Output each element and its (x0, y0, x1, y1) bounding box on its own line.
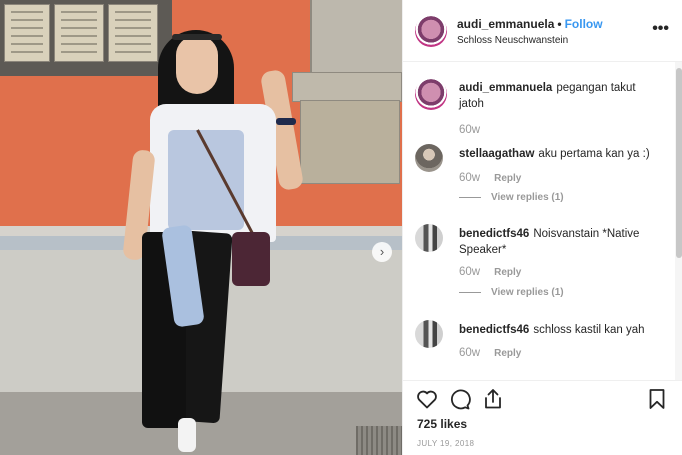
scrollbar-thumb[interactable] (676, 68, 682, 258)
comment-username[interactable]: audi_emmanuela (459, 82, 552, 94)
comment-avatar[interactable] (415, 78, 447, 110)
reply-button[interactable]: Reply (494, 267, 521, 278)
person-shoe (178, 418, 196, 452)
heart-icon[interactable] (415, 387, 439, 411)
location-link[interactable]: Schloss Neuschwanstein (457, 35, 568, 46)
replies-divider (459, 196, 481, 198)
comment-meta: 60w Reply (459, 172, 521, 184)
likes-count[interactable]: 725 likes (417, 417, 467, 431)
reply-button[interactable]: Reply (494, 173, 521, 184)
comments-list[interactable]: audi_emmanuela pegangan takut jatoh 60w s… (403, 62, 675, 380)
comment-time[interactable]: 60w (459, 347, 480, 359)
handbag (232, 232, 270, 286)
person-face (176, 36, 218, 94)
post-actions: 725 likes JULY 19, 2018 (403, 380, 682, 455)
post-header: audi_emmanuela • Follow Schloss Neuschwans… (403, 0, 682, 62)
next-arrow-icon[interactable]: › (372, 242, 392, 262)
comment-time[interactable]: 60w (459, 124, 480, 136)
comment-username[interactable]: stellaagathaw (459, 148, 534, 160)
person-headband (172, 34, 222, 40)
comment-body: schloss kastil kan yah (533, 324, 645, 336)
bookmark-icon[interactable] (645, 387, 669, 411)
comment-avatar[interactable] (415, 320, 443, 348)
comment-username[interactable]: benedictfs46 (459, 324, 529, 336)
more-options-icon[interactable]: ••• (652, 20, 669, 38)
author-line: audi_emmanuela • Follow (457, 17, 603, 31)
author-avatar[interactable] (415, 15, 447, 47)
share-icon[interactable] (481, 387, 505, 411)
comment-time[interactable]: 60w (459, 172, 480, 184)
person-watch (276, 118, 296, 125)
comment-meta: 60w (459, 124, 480, 136)
comment-avatar[interactable] (415, 224, 443, 252)
stone-cap (292, 72, 402, 102)
view-replies-button[interactable]: View replies (1) (459, 192, 564, 203)
comment-icon[interactable] (447, 387, 471, 411)
stone-column (310, 0, 402, 80)
post-panel: audi_emmanuela • Follow Schloss Neuschwans… (402, 0, 682, 455)
comment-text: benedictfs46 schloss kastil kan yah (459, 322, 659, 338)
view-replies-label: View replies (1) (491, 287, 564, 298)
menu-board (0, 0, 172, 76)
comment-text: stellaagathaw aku pertama kan ya :) (459, 146, 659, 162)
comment-text: benedictfs46 Noisvanstain *Native Speaker… (459, 226, 659, 258)
comment-text: audi_emmanuela pegangan takut jatoh (459, 80, 659, 112)
post-photo[interactable]: › (0, 0, 402, 455)
comment-avatar[interactable] (415, 144, 443, 172)
view-replies-button[interactable]: View replies (1) (459, 287, 564, 298)
separator-dot: • (557, 17, 562, 31)
comment-meta: 60w Reply (459, 266, 521, 278)
reply-button[interactable]: Reply (494, 348, 521, 359)
comment-time[interactable]: 60w (459, 266, 480, 278)
follow-button[interactable]: Follow (565, 17, 603, 31)
comment-body: aku pertama kan ya :) (538, 148, 650, 160)
stone-block (300, 100, 400, 184)
post-date[interactable]: JULY 19, 2018 (417, 439, 474, 448)
drain-grate (356, 426, 402, 455)
comment-username[interactable]: benedictfs46 (459, 228, 529, 240)
comments-scrollbar[interactable] (675, 62, 682, 380)
author-username[interactable]: audi_emmanuela (457, 17, 554, 31)
replies-divider (459, 291, 481, 293)
view-replies-label: View replies (1) (491, 192, 564, 203)
comment-meta: 60w Reply (459, 347, 521, 359)
